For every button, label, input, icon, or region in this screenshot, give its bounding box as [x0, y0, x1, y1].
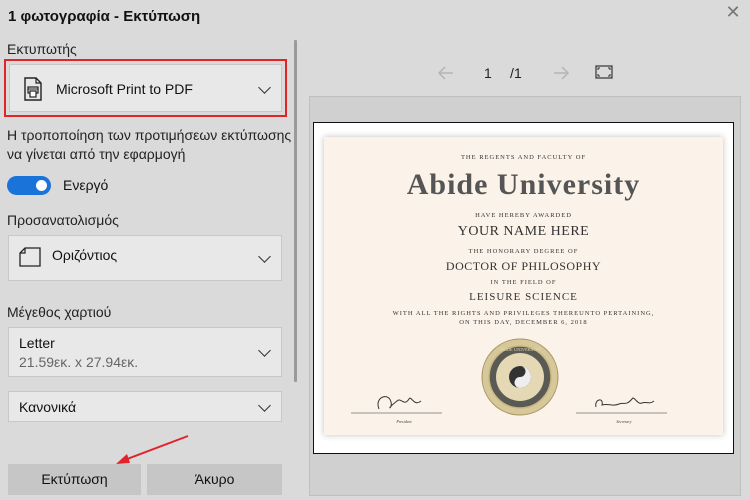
chevron-down-icon: [258, 399, 271, 412]
page-icon: [19, 247, 41, 267]
orientation-dropdown[interactable]: Οριζόντιος: [8, 235, 282, 281]
chevron-down-icon: [258, 344, 271, 357]
preferences-text: Η τροποποίηση των προτιμήσεων εκτύπωσης …: [7, 127, 292, 162]
certificate-line: WITH ALL THE RIGHTS AND PRIVILEGES THERE…: [392, 310, 655, 317]
arrow-right-icon[interactable]: [551, 63, 571, 83]
printer-icon: [24, 77, 42, 101]
signature-left-icon: [351, 396, 442, 414]
chevron-down-icon: [258, 81, 271, 94]
print-button[interactable]: Εκτύπωση: [8, 464, 141, 495]
certificate-line: IN THE FIELD OF: [490, 279, 557, 286]
toggle-knob: [36, 180, 47, 191]
window-title: 1 φωτογραφία - Εκτύπωση: [8, 8, 201, 25]
orientation-selected: Οριζόντιος: [52, 247, 118, 263]
signature-right-label: Secretary: [616, 419, 632, 424]
certificate-name: YOUR NAME HERE: [457, 224, 590, 239]
certificate-image: THE REGENTS AND FACULTY OF Abide Univers…: [324, 137, 723, 435]
settings-scrollbar[interactable]: [294, 40, 297, 382]
preferences-toggle[interactable]: [7, 176, 51, 195]
toggle-label: Ενεργό: [63, 177, 109, 193]
certificate-line: THE HONORARY DEGREE OF: [468, 248, 579, 255]
printer-dropdown[interactable]: Microsoft Print to PDF: [9, 64, 282, 112]
paper-size-label: Μέγεθος χαρτιού: [7, 304, 112, 320]
chevron-down-icon: [258, 250, 271, 263]
fit-page-icon[interactable]: [595, 65, 613, 79]
certificate-line: HAVE HEREBY AWARDED: [475, 212, 572, 219]
certificate-degree: DOCTOR OF PHILOSOPHY: [445, 259, 602, 273]
paper-size-selected: Letter: [19, 335, 55, 351]
certificate-line: THE REGENTS AND FACULTY OF: [460, 154, 587, 161]
page-total: 1: [514, 65, 522, 81]
orientation-label: Προσανατολισμός: [7, 212, 119, 228]
signature-left-label: President: [396, 419, 412, 424]
signature-right-icon: [576, 397, 667, 414]
certificate-field: LEISURE SCIENCE: [469, 291, 578, 303]
close-icon[interactable]: ✕: [723, 2, 743, 22]
paper-size-dropdown[interactable]: Letter 21.59εκ. x 27.94εκ.: [8, 327, 282, 377]
seal-text: ABIDE UNIVERSITY: [499, 347, 542, 352]
printer-label: Εκτυπωτής: [7, 41, 77, 57]
cancel-button[interactable]: Άκυρο: [147, 464, 282, 495]
quality-dropdown[interactable]: Κανονικά: [8, 391, 282, 422]
seal-icon: ABIDE UNIVERSITY: [481, 338, 559, 416]
certificate-line: ON THIS DAY, DECEMBER 6, 2018: [459, 319, 588, 326]
printer-selected: Microsoft Print to PDF: [56, 81, 193, 97]
certificate-university: Abide University: [406, 168, 641, 201]
page-number: 1: [484, 65, 492, 81]
arrow-left-icon[interactable]: [436, 63, 456, 83]
quality-selected: Κανονικά: [19, 399, 77, 415]
paper-size-dimensions: 21.59εκ. x 27.94εκ.: [19, 354, 139, 370]
